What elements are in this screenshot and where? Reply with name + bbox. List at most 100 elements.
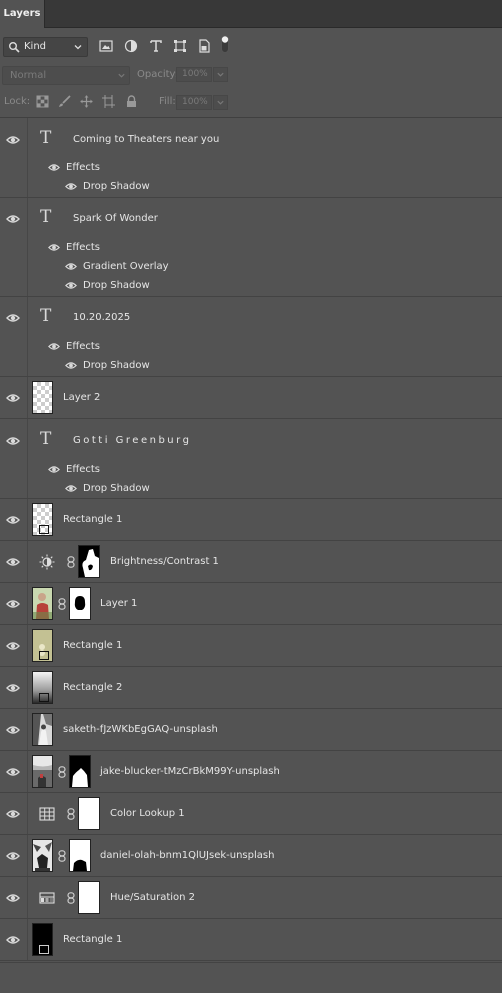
visibility-eye-icon[interactable] bbox=[6, 725, 20, 735]
layer-name[interactable]: Layer 2 bbox=[63, 392, 100, 403]
layer-row-text[interactable]: T Spark Of Wonder Effects Gradient Overl… bbox=[0, 198, 502, 297]
layer-name[interactable]: 10.20.2025 bbox=[73, 312, 130, 323]
visibility-eye-icon[interactable] bbox=[6, 767, 20, 777]
layer-row-masked[interactable]: daniel-olah-bnm1QlUJsek-unsplash bbox=[0, 835, 502, 877]
layer-row-pixel[interactable]: Layer 2 bbox=[0, 377, 502, 419]
effects-visibility-eye-icon[interactable] bbox=[48, 163, 60, 172]
layer-name[interactable]: daniel-olah-bnm1QlUJsek-unsplash bbox=[100, 850, 274, 861]
layer-name[interactable]: Coming to Theaters near you bbox=[73, 134, 219, 145]
layer-name[interactable]: Rectangle 1 bbox=[63, 514, 122, 525]
effect-name[interactable]: Gradient Overlay bbox=[83, 261, 169, 272]
layer-name[interactable]: Rectangle 1 bbox=[63, 934, 122, 945]
layer-mask-thumbnail[interactable] bbox=[69, 755, 91, 788]
layer-name[interactable]: Color Lookup 1 bbox=[110, 808, 185, 819]
smart-object-filter-icon[interactable] bbox=[197, 39, 211, 53]
layer-row-shape[interactable]: Rectangle 2 bbox=[0, 667, 502, 709]
visibility-eye-icon[interactable] bbox=[6, 935, 20, 945]
layer-row-adjustment[interactable]: Hue/Saturation 2 bbox=[0, 877, 502, 919]
layer-row-text[interactable]: T 10.20.2025 Effects Drop Shadow bbox=[0, 297, 502, 377]
layer-row-adjustment[interactable]: Brightness/Contrast 1 bbox=[0, 541, 502, 583]
mask-link-icon[interactable] bbox=[58, 598, 66, 610]
effect-visibility-eye-icon[interactable] bbox=[65, 262, 77, 271]
type-filter-icon[interactable] bbox=[149, 39, 163, 53]
visibility-eye-icon[interactable] bbox=[6, 809, 20, 819]
visibility-eye-icon[interactable] bbox=[6, 851, 20, 861]
shape-filter-icon[interactable] bbox=[173, 39, 187, 53]
layer-row-text[interactable]: T Coming to Theaters near you Effects Dr… bbox=[0, 118, 502, 198]
effects-visibility-eye-icon[interactable] bbox=[48, 465, 60, 474]
layer-row-masked[interactable]: jake-blucker-tMzCrBkM99Y-unsplash bbox=[0, 751, 502, 793]
visibility-eye-icon[interactable] bbox=[6, 641, 20, 651]
lock-label: Lock: bbox=[4, 96, 31, 107]
mask-link-icon[interactable] bbox=[67, 892, 75, 904]
effects-visibility-eye-icon[interactable] bbox=[48, 342, 60, 351]
effects-label[interactable]: Effects bbox=[66, 242, 100, 253]
layer-row-pixel[interactable]: saketh-fJzWKbEgGAQ-unsplash bbox=[0, 709, 502, 751]
layer-thumbnail bbox=[32, 381, 53, 414]
layer-row-shape[interactable]: Rectangle 1 bbox=[0, 499, 502, 541]
visibility-eye-icon[interactable] bbox=[6, 135, 20, 145]
effect-visibility-eye-icon[interactable] bbox=[65, 361, 77, 370]
visibility-eye-icon[interactable] bbox=[6, 599, 20, 609]
effect-name[interactable]: Drop Shadow bbox=[83, 483, 150, 494]
visibility-eye-icon[interactable] bbox=[6, 214, 20, 224]
visibility-eye-icon[interactable] bbox=[6, 683, 20, 693]
effects-label[interactable]: Effects bbox=[66, 162, 100, 173]
effect-visibility-eye-icon[interactable] bbox=[65, 484, 77, 493]
layer-name[interactable]: Rectangle 2 bbox=[63, 682, 122, 693]
tab-layers[interactable]: Layers bbox=[0, 0, 45, 28]
effect-visibility-eye-icon[interactable] bbox=[65, 182, 77, 191]
opacity-input[interactable]: 100% bbox=[176, 67, 212, 82]
layer-mask-thumbnail[interactable] bbox=[69, 587, 91, 620]
kind-filter-dropdown[interactable]: Kind bbox=[3, 37, 88, 57]
mask-link-icon[interactable] bbox=[58, 850, 66, 862]
mask-link-icon[interactable] bbox=[67, 808, 75, 820]
layer-mask-thumbnail[interactable] bbox=[78, 545, 100, 578]
lock-image-pixels-icon[interactable] bbox=[58, 95, 71, 108]
effect-name[interactable]: Drop Shadow bbox=[83, 360, 150, 371]
effects-visibility-eye-icon[interactable] bbox=[48, 243, 60, 252]
adjustment-filter-icon[interactable] bbox=[124, 39, 138, 53]
fill-slider-button[interactable] bbox=[213, 95, 228, 110]
visibility-eye-icon[interactable] bbox=[6, 557, 20, 567]
layer-name[interactable]: Layer 1 bbox=[100, 598, 137, 609]
layer-name[interactable]: Spark Of Wonder bbox=[73, 213, 158, 224]
layer-name[interactable]: jake-blucker-tMzCrBkM99Y-unsplash bbox=[100, 766, 280, 777]
lock-all-icon[interactable] bbox=[125, 95, 138, 108]
eye-column-divider bbox=[27, 667, 28, 708]
effects-label[interactable]: Effects bbox=[66, 464, 100, 475]
effect-visibility-eye-icon[interactable] bbox=[65, 281, 77, 290]
layer-mask-thumbnail[interactable] bbox=[78, 881, 100, 914]
image-filter-icon[interactable] bbox=[99, 39, 113, 53]
mask-link-icon[interactable] bbox=[67, 556, 75, 568]
lock-position-icon[interactable] bbox=[80, 95, 93, 108]
effect-name[interactable]: Drop Shadow bbox=[83, 280, 150, 291]
effect-name[interactable]: Drop Shadow bbox=[83, 181, 150, 192]
layer-name[interactable]: Hue/Saturation 2 bbox=[110, 892, 195, 903]
filter-toggle-icon[interactable] bbox=[221, 35, 229, 53]
visibility-eye-icon[interactable] bbox=[6, 893, 20, 903]
blend-mode-dropdown[interactable]: Normal bbox=[2, 66, 130, 85]
mask-link-icon[interactable] bbox=[58, 766, 66, 778]
opacity-slider-button[interactable] bbox=[213, 67, 228, 82]
fill-input[interactable]: 100% bbox=[176, 95, 212, 110]
lock-transparent-pixels-icon[interactable] bbox=[36, 95, 49, 108]
visibility-eye-icon[interactable] bbox=[6, 515, 20, 525]
layer-row-masked[interactable]: Layer 1 bbox=[0, 583, 502, 625]
layer-name[interactable]: saketh-fJzWKbEgGAQ-unsplash bbox=[63, 724, 218, 735]
visibility-eye-icon[interactable] bbox=[6, 313, 20, 323]
layer-row-text[interactable]: T Gotti Greenburg Effects Drop Shadow bbox=[0, 419, 502, 499]
visibility-eye-icon[interactable] bbox=[6, 393, 20, 403]
layer-name[interactable]: Brightness/Contrast 1 bbox=[110, 556, 219, 567]
lock-artboard-icon[interactable] bbox=[102, 95, 115, 108]
visibility-eye-icon[interactable] bbox=[6, 436, 20, 446]
layer-name[interactable]: Rectangle 1 bbox=[63, 640, 122, 651]
layer-row-shape[interactable]: Rectangle 1 bbox=[0, 625, 502, 667]
eye-column-divider bbox=[27, 499, 28, 540]
layer-row-shape[interactable]: Rectangle 1 bbox=[0, 919, 502, 961]
effects-label[interactable]: Effects bbox=[66, 341, 100, 352]
layer-row-adjustment[interactable]: Color Lookup 1 bbox=[0, 793, 502, 835]
layer-name[interactable]: Gotti Greenburg bbox=[73, 435, 191, 446]
layer-mask-thumbnail[interactable] bbox=[69, 839, 91, 872]
layer-mask-thumbnail[interactable] bbox=[78, 797, 100, 830]
